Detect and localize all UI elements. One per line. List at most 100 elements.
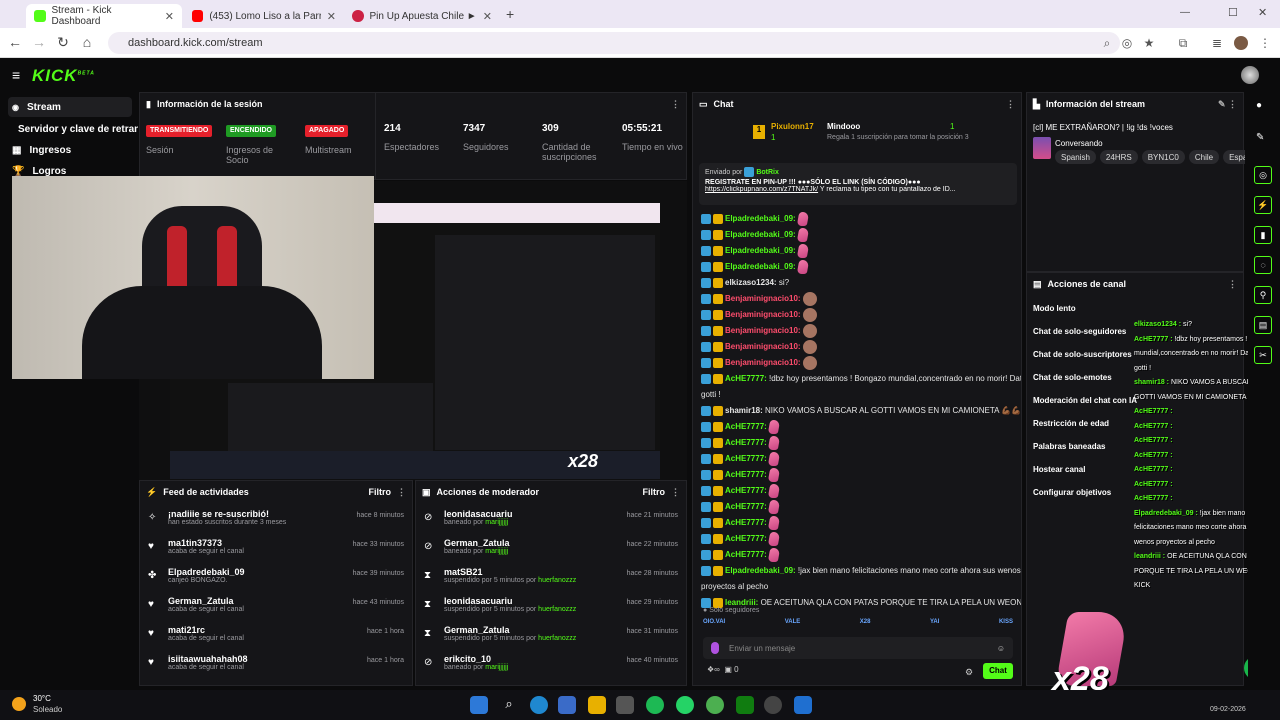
chat-username[interactable]: Elpadredebaki_09:	[725, 214, 798, 223]
chat-username[interactable]: leandriii:	[725, 598, 761, 607]
chat-username[interactable]: Elpadredebaki_09:	[725, 262, 798, 271]
chat-username[interactable]: shamir18:	[725, 406, 765, 415]
mod-item-user[interactable]: erikcito_10	[444, 654, 508, 664]
close-window-button[interactable]: ✕	[1258, 6, 1267, 19]
rail-action-4[interactable]: ◌	[1254, 256, 1272, 274]
rail-action-3[interactable]: ▮	[1254, 226, 1272, 244]
eye-off-icon[interactable]: ◎	[1120, 36, 1134, 50]
feed-item[interactable]: ♥ ma1tin37373 acaba de seguir el canal hace…	[140, 538, 412, 567]
chat-message[interactable]: AcHE7777:	[693, 547, 1021, 563]
mod-item[interactable]: ⊘ erikcito_10 baneado por marijjjjjj hace 4…	[416, 654, 686, 683]
feed-filter-button[interactable]: Filtro	[369, 487, 392, 497]
chat-message[interactable]: AcHE7777:	[693, 451, 1021, 467]
more-options-icon[interactable]: ⋮	[397, 487, 406, 498]
chrome-icon[interactable]	[706, 696, 724, 714]
rail-action-2[interactable]: ⚡	[1254, 196, 1272, 214]
mod-item-moderator[interactable]: huerfanozzz	[538, 635, 576, 642]
mod-item[interactable]: ⊘ German_Zatula baneado por marijjjjjj hace…	[416, 538, 686, 567]
more-options-icon[interactable]: ⋮	[671, 99, 680, 110]
chat-username[interactable]: Benjaminignacio10:	[725, 342, 803, 351]
profile-avatar-icon[interactable]	[1234, 36, 1248, 50]
top-gifter-name[interactable]: Pixulonn17	[771, 122, 814, 131]
chat-message[interactable]: elkizaso1234: si?	[693, 275, 1021, 291]
emote-button[interactable]: VALE	[785, 619, 801, 633]
back-arrow-icon[interactable]: ←	[6, 34, 24, 50]
category-name[interactable]: Conversando	[1055, 139, 1103, 148]
stream-tag[interactable]: Españo	[1223, 150, 1245, 164]
tab-pinup[interactable]: Pin Up Apuesta Chile ► Libro D ✕	[344, 4, 500, 28]
chat-message[interactable]: Elpadredebaki_09:	[693, 227, 1021, 243]
points-display[interactable]: ❖∞ ▣ 0	[707, 665, 739, 674]
chat-message[interactable]: Benjaminignacio10:	[693, 355, 1021, 371]
mod-item-moderator[interactable]: marijjjjjj	[485, 664, 508, 671]
extensions-icon[interactable]: ⧉	[1176, 36, 1190, 50]
search-icon[interactable]: ⌕	[500, 696, 518, 714]
help-icon[interactable]: ●	[1256, 100, 1262, 111]
start-menu-icon[interactable]	[470, 696, 488, 714]
edit-icon[interactable]: ✎	[1256, 132, 1264, 143]
chat-username[interactable]: elkizaso1234:	[725, 278, 779, 287]
mod-item-user[interactable]: matSB21	[444, 567, 576, 577]
chat-username[interactable]: AcHE7777:	[725, 534, 769, 543]
close-tab-icon[interactable]: ✕	[165, 10, 174, 23]
emote-button[interactable]: OIO.VAI	[703, 619, 725, 633]
url-field[interactable]: dashboard.kick.com/stream	[108, 32, 1120, 54]
weather-temp[interactable]: 30°C	[33, 694, 51, 703]
channel-action-item[interactable]: Modo lento	[1027, 297, 1243, 320]
mod-item-moderator[interactable]: marijjjjjj	[485, 519, 508, 526]
chat-message[interactable]: Elpadredebaki_09:	[693, 259, 1021, 275]
chat-message[interactable]: proyectos al pecho	[693, 579, 1021, 595]
chat-message[interactable]: Benjaminignacio10:	[693, 291, 1021, 307]
new-tab-button[interactable]: +	[506, 6, 514, 22]
rail-action-1[interactable]: ◎	[1254, 166, 1272, 184]
chat-username[interactable]: Elpadredebaki_09:	[725, 566, 798, 575]
chat-message[interactable]: Elpadredebaki_09:	[693, 211, 1021, 227]
chat-username[interactable]: AcHE7777:	[725, 486, 769, 495]
rail-action-7[interactable]: ✂	[1254, 346, 1272, 364]
chat-username[interactable]: Benjaminignacio10:	[725, 310, 803, 319]
spotify-icon[interactable]	[646, 696, 664, 714]
chat-message[interactable]: AcHE7777:	[693, 419, 1021, 435]
more-options-icon[interactable]: ⋮	[1228, 279, 1237, 290]
reading-list-icon[interactable]: ≣	[1210, 36, 1224, 50]
tab-kick-dashboard[interactable]: Stream - Kick Dashboard ✕	[26, 4, 182, 28]
pinned-link[interactable]: https://clickpupnano.com/z7TNATJk/	[705, 186, 818, 193]
chat-input[interactable]: Enviar un mensaje ☺	[703, 637, 1013, 659]
sidebar-item-ingresos[interactable]: ▦ Ingresos	[8, 140, 132, 160]
chat-message[interactable]: AcHE7777:	[693, 483, 1021, 499]
gifter2-name[interactable]: Mindooo	[827, 122, 860, 131]
mod-item[interactable]: ⧗ German_Zatula suspendido por 5 minutos p…	[416, 625, 686, 654]
stream-tag[interactable]: Chile	[1188, 150, 1220, 164]
chat-username[interactable]: Benjaminignacio10:	[725, 358, 803, 367]
reload-icon[interactable]: ↻	[54, 34, 72, 51]
chat-username[interactable]: AcHE7777:	[725, 502, 769, 511]
mod-item-moderator[interactable]: huerfanozzz	[538, 577, 576, 584]
home-icon[interactable]: ⌂	[78, 34, 96, 50]
hamburger-menu-icon[interactable]: ≡	[12, 67, 20, 83]
chat-message[interactable]: Benjaminignacio10:	[693, 339, 1021, 355]
chat-username[interactable]: Benjaminignacio10:	[725, 294, 803, 303]
close-tab-icon[interactable]: ✕	[327, 10, 336, 23]
chat-message[interactable]: Elpadredebaki_09:	[693, 243, 1021, 259]
zoom-icon[interactable]: ⌕	[1100, 36, 1114, 50]
taskbar-date[interactable]: 09-02-2026	[1210, 706, 1246, 713]
more-options-icon[interactable]: ⋮	[671, 487, 680, 498]
chat-message[interactable]: AcHE7777:	[693, 531, 1021, 547]
chat-username[interactable]: AcHE7777:	[725, 438, 769, 447]
chat-settings-icon[interactable]: ⚙	[965, 667, 973, 678]
pinned-message[interactable]: Enviado por BotRix REGISTRATE EN PIN-UP …	[699, 163, 1017, 205]
stream-tag[interactable]: BYN1C0	[1141, 150, 1185, 164]
close-tab-icon[interactable]: ✕	[483, 10, 492, 23]
kick-logo[interactable]: KICKBETA	[32, 66, 95, 86]
xbox-icon[interactable]	[736, 696, 754, 714]
mod-item-moderator[interactable]: marijjjjjj	[485, 548, 508, 555]
chat-username[interactable]: AcHE7777:	[725, 470, 769, 479]
forward-arrow-icon[interactable]: →	[30, 34, 48, 50]
stream-tag[interactable]: 24HRS	[1099, 150, 1138, 164]
chat-send-button[interactable]: Chat	[983, 663, 1013, 679]
mod-item-user[interactable]: German_Zatula	[444, 538, 510, 548]
chat-message[interactable]: Elpadredebaki_09: !jax bien mano felicit…	[693, 563, 1021, 579]
sidebar-item-server-key[interactable]: Servidor y clave de retransmisión	[14, 119, 138, 139]
chat-message[interactable]: AcHE7777:	[693, 515, 1021, 531]
feed-item[interactable]: ♥ German_Zatula acaba de seguir el canal ha…	[140, 596, 412, 625]
